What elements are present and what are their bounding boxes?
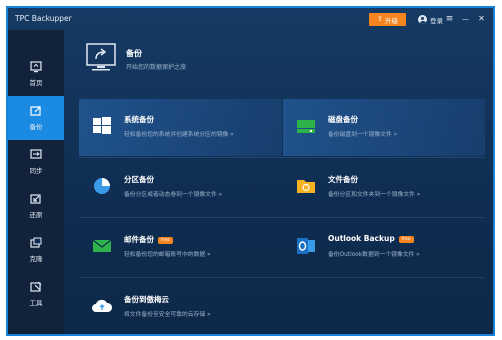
- card-title: Outlook Backup free: [328, 234, 414, 243]
- card-desc: 备份Outlook数据到一个镜像文件 »: [328, 252, 420, 258]
- card-title: 备份到傲梅云: [124, 295, 169, 304]
- card-desc: 轻松备份您的邮箱账号中的数据 »: [124, 252, 211, 258]
- upgrade-label: 升级: [384, 16, 398, 25]
- card-desc: 轻松备份您的系统并创建系统分区的镜像 »: [124, 132, 234, 138]
- sidebar: 首页 备份 同步 还原 克隆 工具: [8, 30, 64, 334]
- card-desc: 备份磁盘到一个镜像文件 »: [328, 132, 398, 138]
- page-title: 备份: [126, 49, 142, 58]
- tools-icon: [29, 281, 43, 293]
- card-title-text: Outlook Backup: [328, 234, 395, 243]
- menu-icon[interactable]: ≡: [444, 13, 455, 25]
- cloud-icon: [91, 295, 113, 317]
- sidebar-item-label: 克隆: [29, 255, 43, 263]
- monitor-backup-icon: [86, 42, 116, 72]
- login-button[interactable]: 登录: [418, 14, 443, 25]
- card-desc: 备份分区或者动态卷到一个镜像文件 »: [124, 192, 223, 198]
- backup-options-grid: 系统备份 轻松备份您的系统并创建系统分区的镜像 » 磁盘备份 备份磁盘到一个镜像…: [79, 99, 485, 334]
- outlook-backup-card[interactable]: Outlook Backup free 备份Outlook数据到一个镜像文件 »: [283, 219, 485, 276]
- sidebar-item-label: 还原: [29, 211, 43, 219]
- card-title: 系统备份: [124, 115, 154, 124]
- free-badge: free: [158, 236, 173, 244]
- card-title: 分区备份: [124, 175, 154, 184]
- sidebar-item-label: 同步: [29, 167, 43, 175]
- user-icon: [418, 15, 427, 24]
- sync-icon: [29, 149, 43, 161]
- divider: [79, 217, 485, 218]
- mail-icon: [91, 235, 113, 257]
- sidebar-item-home[interactable]: 首页: [8, 52, 64, 96]
- backup-icon: [29, 105, 43, 117]
- card-title: 磁盘备份: [328, 115, 358, 124]
- up-arrow-icon: ⇧: [377, 15, 383, 23]
- card-title: 文件备份: [328, 175, 358, 184]
- page-subtitle: 开始您的数据保护之旅: [126, 64, 187, 71]
- close-icon[interactable]: ✕: [476, 13, 487, 25]
- sidebar-item-clone[interactable]: 克隆: [8, 228, 64, 272]
- free-badge: free: [398, 235, 414, 243]
- sidebar-item-restore[interactable]: 还原: [8, 184, 64, 228]
- card-desc: 备份分区和文件夹到一个镜像文件 »: [328, 192, 421, 198]
- app-window: TPC Backupper ⇧ 升级 登录 ≡ — ✕ 首页 备份 同步 还原 …: [8, 8, 493, 334]
- sidebar-item-label: 备份: [29, 123, 43, 131]
- sidebar-item-label: 工具: [29, 299, 43, 307]
- sidebar-item-sync[interactable]: 同步: [8, 140, 64, 184]
- cloud-backup-card[interactable]: 备份到傲梅云 将文件备份至安全可靠的云存储 »: [79, 279, 282, 334]
- sidebar-item-tools[interactable]: 工具: [8, 272, 64, 316]
- disk-icon: [295, 115, 317, 137]
- card-title: 邮件备份 free: [124, 234, 173, 245]
- title-bar: TPC Backupper ⇧ 升级 登录 ≡ — ✕: [8, 8, 493, 30]
- file-backup-card[interactable]: 文件备份 备份分区和文件夹到一个镜像文件 »: [283, 159, 485, 216]
- main-panel: 备份 开始您的数据保护之旅 系统备份 轻松备份您的系统并创建系统分区的镜像 » …: [64, 30, 493, 334]
- sidebar-item-backup[interactable]: 备份: [8, 96, 64, 140]
- email-backup-card[interactable]: 邮件备份 free 轻松备份您的邮箱账号中的数据 »: [79, 219, 282, 276]
- card-title-text: 邮件备份: [124, 235, 154, 244]
- upgrade-button[interactable]: ⇧ 升级: [369, 13, 406, 26]
- sidebar-item-label: 首页: [29, 79, 43, 87]
- app-title: TPC Backupper: [15, 14, 72, 23]
- divider: [79, 277, 485, 278]
- minimize-icon[interactable]: —: [460, 13, 471, 25]
- clone-icon: [29, 237, 43, 249]
- window-frame: TPC Backupper ⇧ 升级 登录 ≡ — ✕ 首页 备份 同步 还原 …: [6, 6, 495, 336]
- windows-icon: [91, 115, 113, 137]
- login-label: 登录: [430, 16, 443, 25]
- divider: [79, 157, 485, 158]
- restore-icon: [29, 193, 43, 205]
- card-desc: 将文件备份至安全可靠的云存储 »: [124, 312, 211, 318]
- partition-icon: [91, 175, 113, 197]
- partition-backup-card[interactable]: 分区备份 备份分区或者动态卷到一个镜像文件 »: [79, 159, 282, 216]
- home-icon: [29, 61, 43, 73]
- outlook-icon: [295, 235, 317, 257]
- system-backup-card[interactable]: 系统备份 轻松备份您的系统并创建系统分区的镜像 »: [79, 99, 282, 156]
- folder-icon: [295, 175, 317, 197]
- disk-backup-card[interactable]: 磁盘备份 备份磁盘到一个镜像文件 »: [283, 99, 485, 156]
